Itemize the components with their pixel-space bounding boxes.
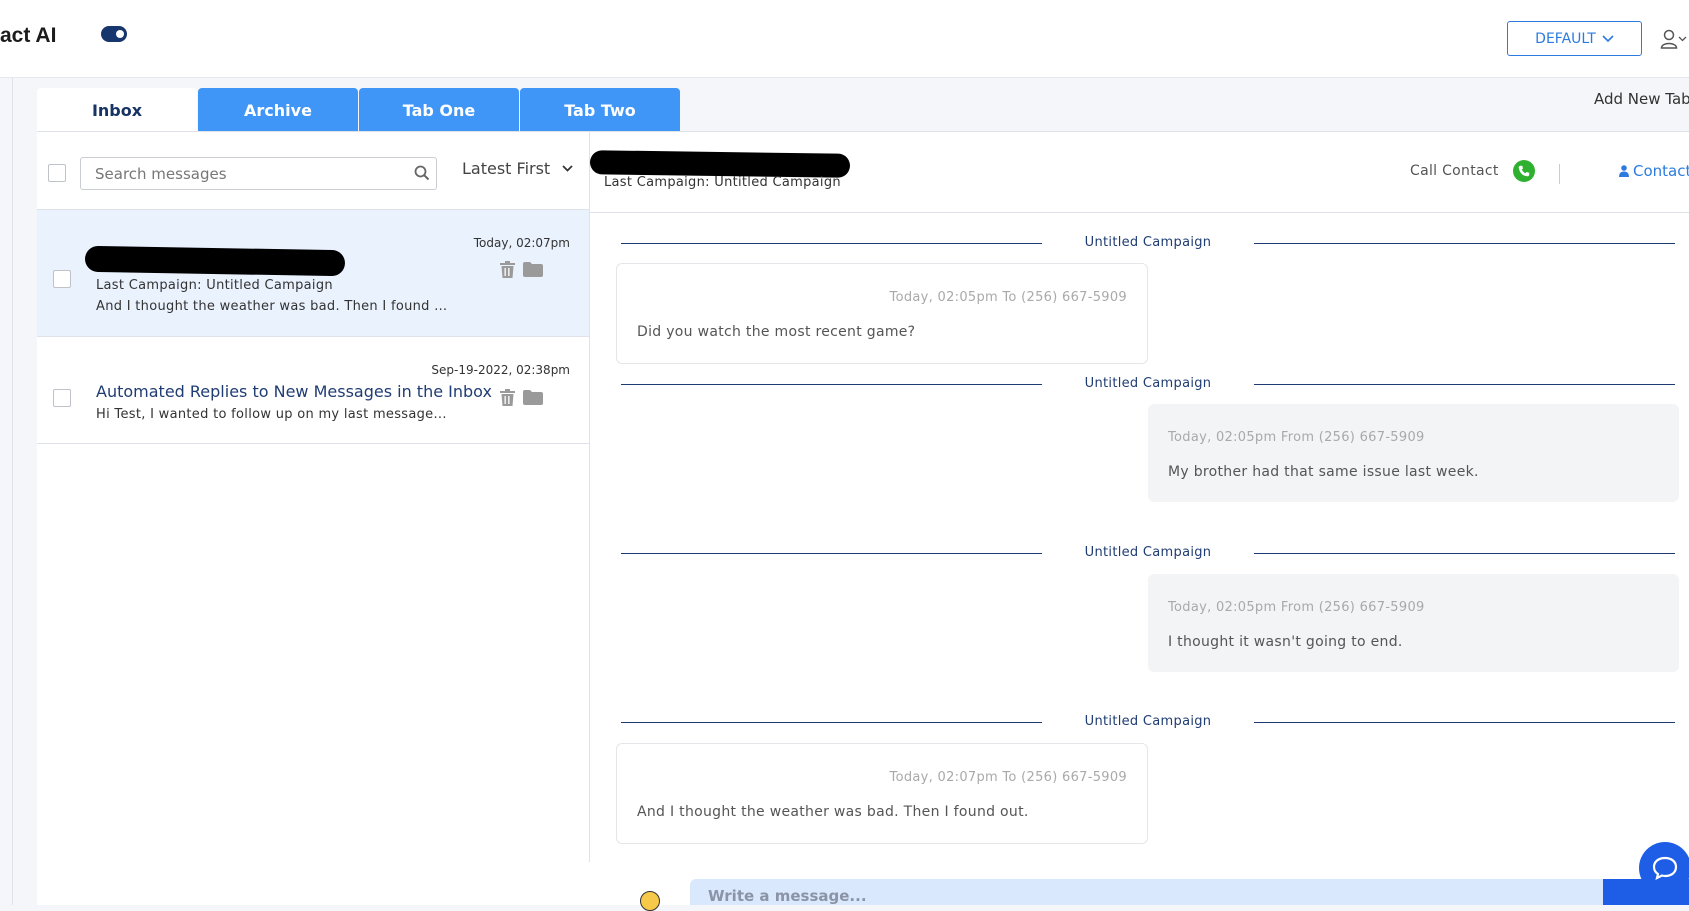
compose-box (690, 879, 1689, 905)
separator-line (1254, 722, 1675, 723)
tab-archive[interactable]: Archive (198, 88, 358, 132)
tab-one[interactable]: Tab One (359, 88, 519, 132)
separator-label: Untitled Campaign (1084, 376, 1212, 391)
campaign-separator: Untitled Campaign (621, 235, 1675, 251)
chat-bubble-icon (1652, 856, 1678, 880)
separator-label: Untitled Campaign (1084, 545, 1212, 560)
trash-icon[interactable] (500, 261, 515, 278)
inbox-tabs: Inbox Archive Tab One Tab Two (37, 88, 681, 132)
message-text: And I thought the weather was bad. Then … (637, 804, 1029, 820)
conversation-actions (500, 389, 543, 406)
contact-info-label: Contact Info (1633, 162, 1689, 180)
message-outgoing: Today, 02:07pm To (256) 667-5909 And I t… (616, 743, 1148, 844)
campaign-separator: Untitled Campaign (621, 545, 1675, 561)
toggle-knob (116, 30, 124, 38)
message-meta: Today, 02:05pm To (256) 667-5909 (889, 290, 1127, 305)
search-input[interactable] (95, 165, 395, 183)
list-header: Latest First (37, 132, 589, 210)
separator-line (621, 553, 1042, 554)
chevron-down-icon (562, 165, 573, 172)
conversation-actions (500, 261, 543, 278)
app-logo-text: act AI (0, 24, 57, 47)
folder-icon[interactable] (523, 262, 543, 277)
chat-widget-button[interactable] (1639, 842, 1689, 894)
redacted-contact-name (589, 150, 851, 178)
emoji-icon[interactable] (640, 891, 660, 911)
tab-two[interactable]: Tab Two (520, 88, 680, 132)
separator-line (621, 384, 1042, 385)
mode-toggle[interactable] (101, 26, 127, 42)
conversation-snippet: And I thought the weather was bad. Then … (96, 299, 451, 314)
conversation-campaign: Last Campaign: Untitled Campaign (96, 278, 333, 293)
sort-label: Latest First (462, 159, 551, 178)
user-icon (1619, 165, 1629, 177)
contact-info-link[interactable]: Contact Info (1619, 162, 1689, 180)
message-text: My brother had that same issue last week… (1168, 464, 1479, 480)
separator-line (1254, 243, 1675, 244)
search-icon[interactable] (414, 165, 430, 181)
add-new-tab-link[interactable]: Add New Tab (1594, 90, 1689, 108)
separator-label: Untitled Campaign (1084, 235, 1212, 250)
conversation-time: Sep-19-2022, 02:38pm (431, 363, 570, 377)
chevron-down-icon (1678, 36, 1687, 42)
chevron-down-icon (1602, 34, 1614, 42)
user-icon (1660, 29, 1678, 49)
message-incoming: Today, 02:05pm From (256) 667-5909 My br… (1148, 404, 1679, 502)
tab-inbox[interactable]: Inbox (37, 88, 197, 132)
call-contact-button[interactable]: Call Contact (1410, 160, 1535, 182)
sidebar-edge (12, 78, 13, 905)
header-divider (1559, 164, 1560, 184)
message-meta: Today, 02:05pm From (256) 667-5909 (1168, 430, 1425, 445)
top-bar: act AI DEFAULT (0, 0, 1689, 78)
user-menu[interactable] (1660, 27, 1689, 51)
conversation-checkbox[interactable] (53, 389, 71, 407)
campaign-separator: Untitled Campaign (621, 714, 1675, 730)
message-meta: Today, 02:07pm To (256) 667-5909 (889, 770, 1127, 785)
sort-dropdown[interactable]: Latest First (462, 159, 573, 178)
conversation-time: Today, 02:07pm (473, 236, 570, 250)
conversation-list: Latest First Today, 02:07pm Last Campaig… (37, 132, 590, 862)
message-outgoing: Today, 02:05pm To (256) 667-5909 Did you… (616, 263, 1148, 364)
conversation-checkbox[interactable] (53, 270, 71, 288)
search-box (80, 157, 437, 190)
call-contact-label: Call Contact (1410, 163, 1499, 179)
redacted-contact-name (84, 245, 346, 277)
profile-select-button[interactable]: DEFAULT (1507, 21, 1642, 56)
separator-line (1254, 384, 1675, 385)
select-all-checkbox[interactable] (48, 164, 66, 182)
message-input[interactable] (708, 887, 1208, 905)
message-incoming: Today, 02:05pm From (256) 667-5909 I tho… (1148, 574, 1679, 672)
chat-header: Last Campaign: Untitled Campaign Call Co… (589, 132, 1689, 213)
profile-select-label: DEFAULT (1535, 30, 1596, 47)
separator-line (1254, 553, 1675, 554)
phone-icon[interactable] (1512, 160, 1535, 182)
message-text: Did you watch the most recent game? (637, 324, 916, 340)
conversation-title: Automated Replies to New Messages in the… (96, 382, 492, 401)
conversation-item[interactable]: Today, 02:07pm Last Campaign: Untitled C… (37, 210, 589, 337)
separator-line (621, 243, 1042, 244)
separator-label: Untitled Campaign (1084, 714, 1212, 729)
conversation-snippet: Hi Test, I wanted to follow up on my las… (96, 407, 447, 422)
conversation-item[interactable]: Sep-19-2022, 02:38pm Automated Replies t… (37, 337, 589, 444)
folder-icon[interactable] (523, 390, 543, 405)
separator-line (621, 722, 1042, 723)
trash-icon[interactable] (500, 389, 515, 406)
message-meta: Today, 02:05pm From (256) 667-5909 (1168, 600, 1425, 615)
message-text: I thought it wasn't going to end. (1168, 634, 1403, 650)
campaign-separator: Untitled Campaign (621, 376, 1675, 392)
chat-last-campaign: Last Campaign: Untitled Campaign (604, 175, 841, 190)
